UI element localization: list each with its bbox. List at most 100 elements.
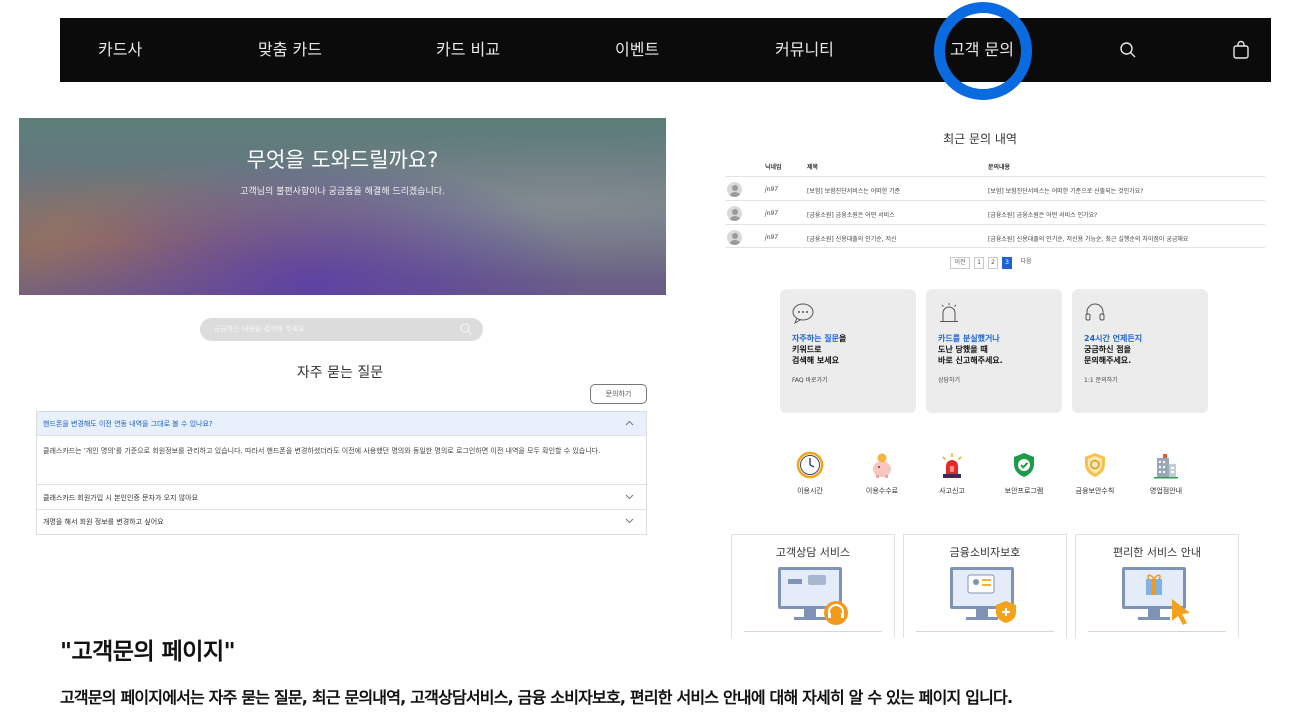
search-placeholder: 궁금하신 내용을 검색해 주세요. xyxy=(214,325,307,333)
card-heading: 24시간 언제든지 궁금하신 점을 문의해주세요. xyxy=(1084,333,1142,366)
card-line: 문의해주세요. xyxy=(1084,356,1132,365)
row-subject: [금융소원] 금융소원은 어떤 서비스 xyxy=(807,212,895,219)
monitor-headset-icon xyxy=(778,567,848,625)
divider xyxy=(916,631,1054,632)
siren-icon xyxy=(942,453,962,478)
monitor-shield-icon xyxy=(950,567,1016,623)
quick-link-label: 영업점안내 xyxy=(1149,487,1183,495)
service-box-title: 금융소비자보호 xyxy=(949,546,1021,559)
hero-subtitle: 고객님의 불편사항이나 궁금증을 해결해 드리겠습니다. xyxy=(240,187,445,197)
nav-item-card-companies[interactable]: 카드사 xyxy=(98,18,142,82)
lost-card-report-card[interactable]: 카드를 분실했거나 도난 당했을 때 바로 신고해주세요. 상담하기 xyxy=(926,289,1062,413)
faq-link[interactable]: FAQ 바로가기 xyxy=(792,375,828,384)
headset-icon xyxy=(1085,303,1105,321)
avatar xyxy=(727,182,742,197)
quick-link-branch-info[interactable]: 영업점안내 xyxy=(1131,450,1201,496)
row-subject: [금융소원] 신용대출의 인기순, 저신 xyxy=(807,236,897,243)
building-icon xyxy=(1154,454,1178,479)
card-heading: 카드를 분실했거나 도난 당했을 때 바로 신고해주세요. xyxy=(938,333,1003,366)
row-subject: [보험] 보험진단서비스는 어떠한 기준 xyxy=(807,188,901,195)
chevron-up-icon[interactable] xyxy=(625,420,634,426)
shopping-bag-icon[interactable] xyxy=(1231,40,1251,60)
shield-check-icon xyxy=(1014,453,1034,477)
ask-button[interactable]: 문의하기 xyxy=(590,384,647,404)
quick-link-security-program[interactable]: 보안프로그램 xyxy=(989,450,1059,496)
nav-item-custom-card[interactable]: 맞춤 카드 xyxy=(258,18,322,82)
recent-inquiries-title: 최근 문의 내역 xyxy=(943,132,1017,146)
faq-title: 자주 묻는 질문 xyxy=(296,365,384,381)
quick-link-fees[interactable]: 이용수수료 xyxy=(847,450,917,496)
nav-item-events[interactable]: 이벤트 xyxy=(615,18,659,82)
row-content: [금융소원] 금융소원은 어떤 서비스 인가요? xyxy=(988,212,1098,219)
quick-link-label: 이용시간 xyxy=(797,487,823,495)
monitor-gift-icon xyxy=(1122,567,1190,625)
avatar xyxy=(727,230,742,245)
card-heading: 자주하는 질문을 키워드로 검색해 보세요 xyxy=(792,333,846,366)
card-line: 키워드로 xyxy=(792,345,822,354)
service-box-title: 편리한 서비스 안내 xyxy=(1113,546,1201,559)
chevron-down-icon[interactable] xyxy=(625,494,634,500)
pagination-page-1[interactable]: 1 xyxy=(974,257,984,269)
caption-title: "고객문의 페이지" xyxy=(60,639,236,665)
row-content: [금융소원] 신용대출의 인기순, 저신용 가능순, 최근 실행순의 차이점이 … xyxy=(988,236,1189,243)
one-on-one-inquiry-link[interactable]: 1:1 문의하기 xyxy=(1084,375,1118,384)
column-header-content: 문의내용 xyxy=(988,164,1011,171)
card-highlight: 24시간 언제든지 xyxy=(1084,334,1143,343)
nav-item-card-compare[interactable]: 카드 비교 xyxy=(436,18,500,82)
table-row[interactable]: jn97 [보험] 보험진단서비스는 어떠한 기준 [보험] 보험진단서비스는 … xyxy=(725,176,1265,200)
chevron-down-icon[interactable] xyxy=(625,518,634,524)
table-row[interactable]: jn97 [금융소원] 금융소원은 어떤 서비스 [금융소원] 금융소원은 어떤… xyxy=(725,200,1265,224)
quick-link-accident-report[interactable]: 사고신고 xyxy=(917,450,987,496)
faq-item-question[interactable]: 개명을 해서 회원 정보를 변경하고 싶어요 xyxy=(37,510,646,534)
column-header-subject: 제목 xyxy=(807,164,819,171)
card-highlight: 자주하는 질문 xyxy=(792,334,839,343)
search-icon[interactable] xyxy=(1118,40,1138,60)
card-line: 바로 신고해주세요. xyxy=(938,356,1003,365)
card-heading-suffix: 을 xyxy=(838,334,847,343)
quick-link-label: 이용수수료 xyxy=(865,487,899,495)
divider xyxy=(744,631,882,632)
faq-item-question[interactable]: 클래스카드 회원가입 시 본인인증 문자가 오지 않아요 xyxy=(37,486,646,510)
card-line: 검색해 보세요 xyxy=(792,356,839,365)
faq-item-question[interactable]: 핸드폰을 변경해도 이전 연동 내역을 그대로 볼 수 있나요? xyxy=(37,412,646,436)
chat-bubble-icon xyxy=(792,303,814,325)
caption-text: 고객문의 페이지에서는 자주 묻는 질문, 최근 문의내역, 고객상담서비스, … xyxy=(60,688,1013,707)
service-box-consumer-protection[interactable]: 금융소비자보호 xyxy=(903,534,1067,638)
avatar xyxy=(727,206,742,221)
quick-link-label: 보안프로그램 xyxy=(1004,487,1044,495)
clock-icon xyxy=(796,451,824,479)
card-line: 궁금하신 점을 xyxy=(1084,345,1131,354)
column-header-nickname: 닉네임 xyxy=(765,164,782,171)
service-box-convenient-services[interactable]: 편리한 서비스 안내 xyxy=(1075,534,1239,638)
quick-link-label: 금융보안수칙 xyxy=(1075,487,1115,495)
consult-link[interactable]: 상담하기 xyxy=(938,375,960,384)
row-content: [보험] 보험진단서비스는 어떠한 기준으로 산출되는 것인가요? xyxy=(988,188,1144,195)
piggy-bank-icon xyxy=(873,453,891,478)
table-row[interactable]: jn97 [금융소원] 신용대출의 인기순, 저신 [금융소원] 신용대출의 인… xyxy=(725,224,1265,248)
pagination-next[interactable]: 다음 xyxy=(1016,257,1036,269)
row-nickname: jn97 xyxy=(765,234,779,241)
highlight-circle xyxy=(934,2,1032,100)
faq-search-input[interactable]: 궁금하신 내용을 검색해 주세요. xyxy=(200,318,483,341)
hero-title: 무엇을 도와드릴까요? xyxy=(246,148,439,172)
nav-item-community[interactable]: 커뮤니티 xyxy=(775,18,834,82)
card-highlight: 카드를 분실했거나 xyxy=(938,334,1000,343)
faq-shortcut-card[interactable]: 자주하는 질문을 키워드로 검색해 보세요 FAQ 바로가기 xyxy=(780,289,916,413)
search-icon[interactable] xyxy=(459,322,473,336)
pagination-prev[interactable]: 이전 xyxy=(950,257,970,269)
faq-answer: 클래스카드는 '개인 명의'를 기준으로 회원정보를 관리하고 있습니다. 따라… xyxy=(37,437,646,485)
faq-question-text: 개명을 해서 회원 정보를 변경하고 싶어요 xyxy=(43,518,164,526)
quick-link-security-rules[interactable]: 금융보안수칙 xyxy=(1060,450,1130,496)
quick-link-hours[interactable]: 이용시간 xyxy=(775,450,845,496)
inquiry-24h-card[interactable]: 24시간 언제든지 궁금하신 점을 문의해주세요. 1:1 문의하기 xyxy=(1072,289,1208,413)
faq-question-text: 클래스카드 회원가입 시 본인인증 문자가 오지 않아요 xyxy=(43,494,199,502)
faq-accordion: 핸드폰을 변경해도 이전 연동 내역을 그대로 볼 수 있나요? 클래스카드는 … xyxy=(36,411,647,535)
faq-question-text: 핸드폰을 변경해도 이전 연동 내역을 그대로 볼 수 있나요? xyxy=(43,420,213,428)
row-nickname: jn97 xyxy=(765,186,779,193)
service-box-customer-consult[interactable]: 고객상담 서비스 xyxy=(731,534,895,638)
pagination-page-2[interactable]: 2 xyxy=(988,257,998,269)
pagination-page-3[interactable]: 3 xyxy=(1002,257,1012,269)
card-line: 도난 당했을 때 xyxy=(938,345,988,354)
row-nickname: jn97 xyxy=(765,210,779,217)
quick-link-label: 사고신고 xyxy=(939,487,965,495)
